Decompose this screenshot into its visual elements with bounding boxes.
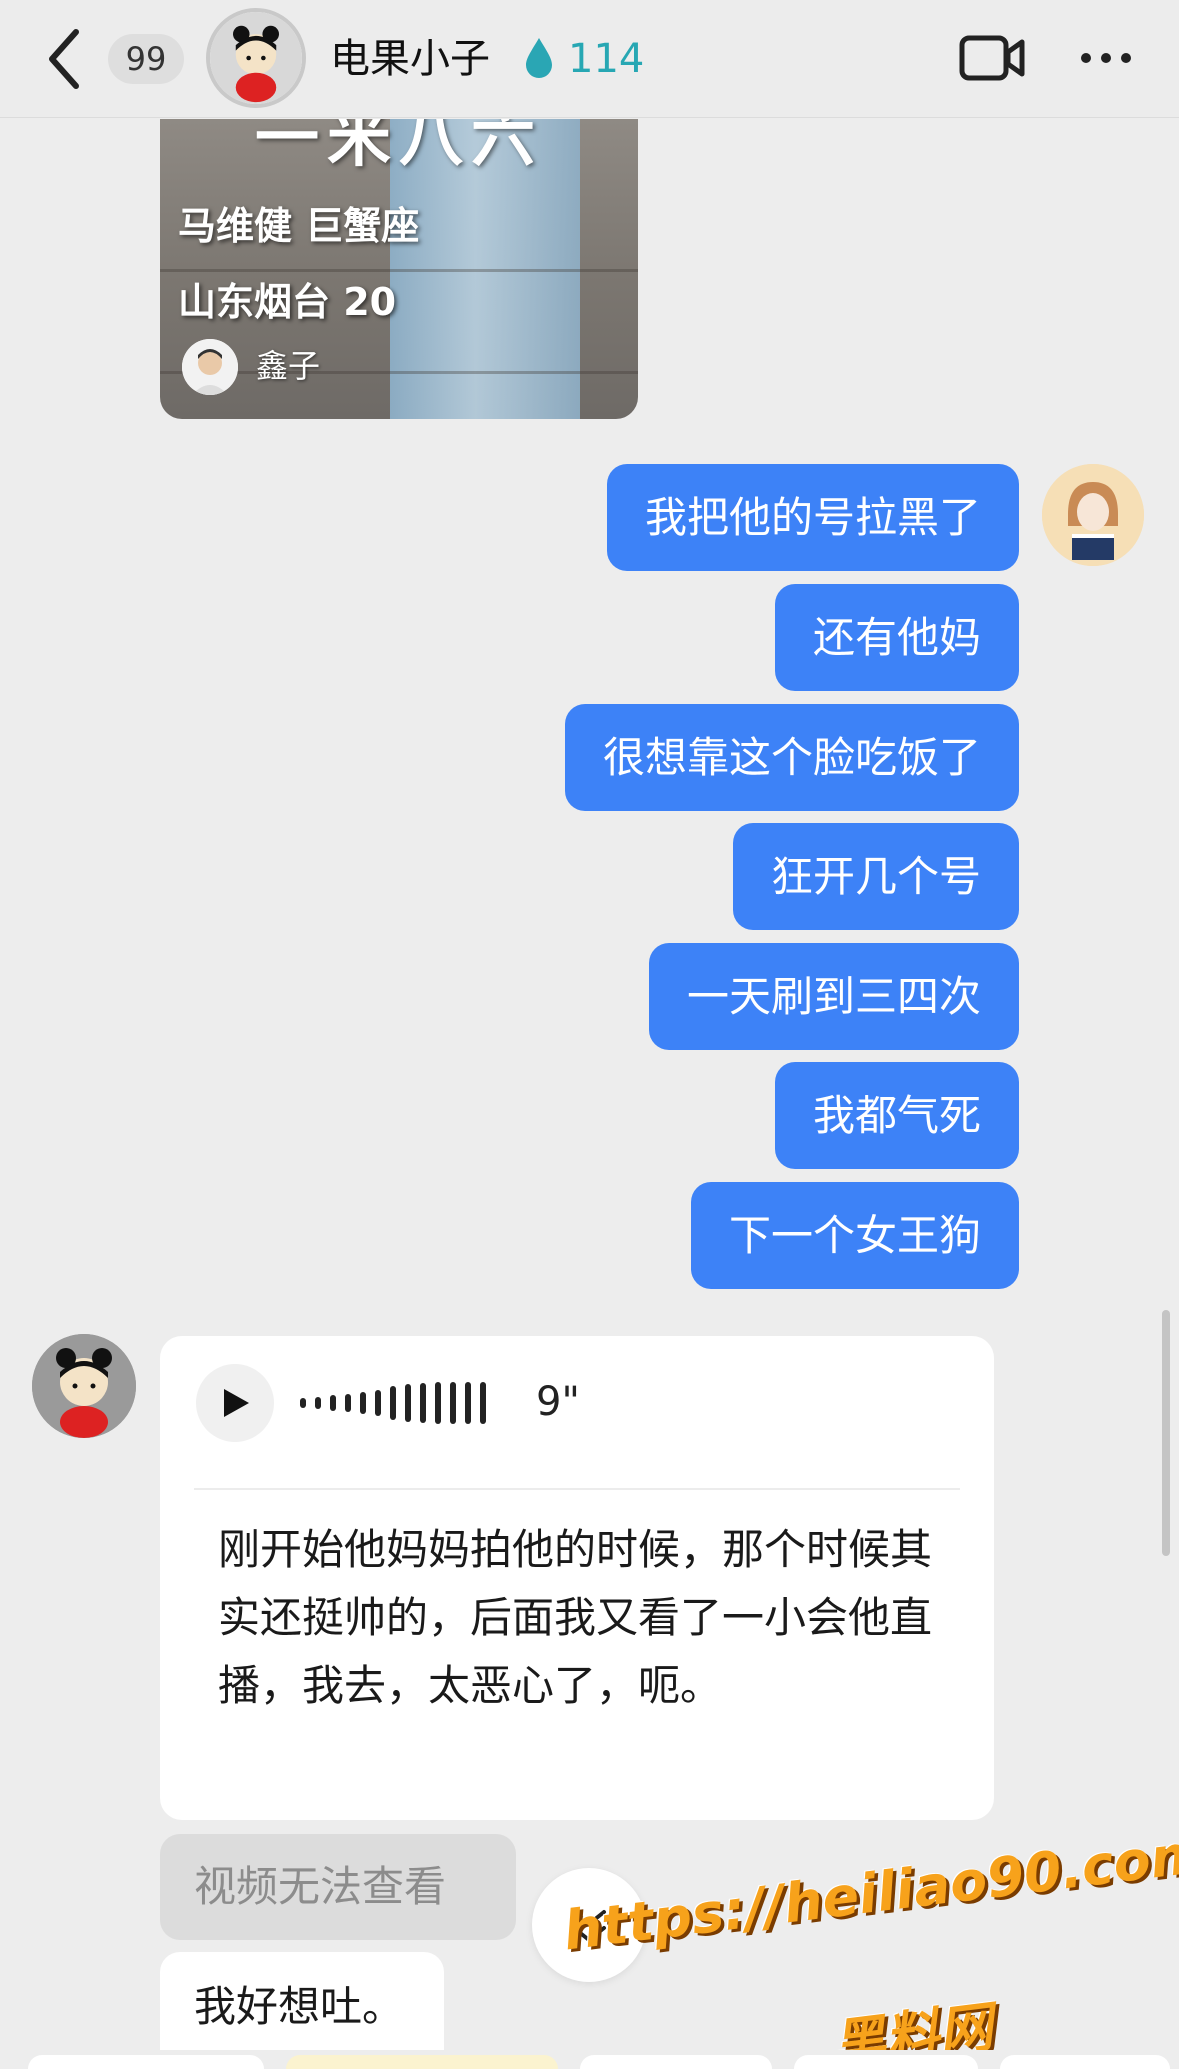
video-unavailable-message[interactable]: 视频无法查看 xyxy=(160,1834,516,1940)
outgoing-message[interactable]: 下一个女王狗 xyxy=(690,1182,1019,1289)
post-heading: 一米八六 xyxy=(255,119,543,176)
post-line-1: 马维健 巨蟹座 xyxy=(178,204,420,248)
waveform-icon xyxy=(300,1382,486,1424)
cartoon-avatar-icon xyxy=(210,12,302,104)
quick-action-chip[interactable] xyxy=(1000,2055,1170,2069)
outgoing-message[interactable]: 一天刷到三四次 xyxy=(648,943,1019,1050)
contact-message-avatar[interactable] xyxy=(32,1334,136,1438)
voice-transcript: 刚开始他妈妈拍他的时候，那个时候其实还挺帅的，后面我又看了一小会他直播，我去，太… xyxy=(218,1525,933,1710)
outgoing-message[interactable]: 我都气死 xyxy=(774,1062,1019,1169)
divider xyxy=(194,1488,960,1490)
quick-action-chip[interactable] xyxy=(580,2055,772,2069)
quick-action-chip[interactable] xyxy=(28,2055,264,2069)
more-dots-icon xyxy=(1081,53,1131,63)
contact-avatar[interactable] xyxy=(206,8,306,108)
unread-count-badge[interactable]: 99 xyxy=(108,34,184,84)
voice-message-card[interactable]: 9" 刚开始他妈妈拍他的时候，那个时候其实还挺帅的，后面我又看了一小会他直播，我… xyxy=(160,1336,994,1820)
outgoing-message[interactable]: 狂开几个号 xyxy=(732,823,1019,930)
post-line-2: 山东烟台 20 xyxy=(178,280,397,324)
play-voice-button[interactable] xyxy=(196,1364,274,1442)
voice-duration: 9" xyxy=(536,1379,580,1425)
video-call-button[interactable] xyxy=(958,30,1028,86)
cartoon-avatar-icon xyxy=(32,1334,136,1438)
more-options-button[interactable] xyxy=(1078,48,1134,68)
spark-count: 114 xyxy=(568,36,645,82)
chat-header: 99 电果小子 114 xyxy=(0,0,1179,118)
outgoing-message[interactable]: 还有他妈 xyxy=(774,584,1019,691)
quick-action-chip[interactable] xyxy=(794,2055,978,2069)
video-camera-icon xyxy=(959,35,1025,81)
play-icon xyxy=(224,1389,249,1417)
outgoing-message[interactable]: 很想靠这个脸吃饭了 xyxy=(564,704,1019,811)
outgoing-message[interactable]: 我把他的号拉黑了 xyxy=(606,464,1019,571)
contact-name[interactable]: 电果小子 xyxy=(330,28,490,90)
back-button[interactable] xyxy=(42,22,92,96)
shared-post-card[interactable]: 一米八六 马维健 巨蟹座 山东烟台 20 鑫子 xyxy=(160,119,638,419)
water-drop-icon xyxy=(526,38,552,78)
quick-action-chip[interactable] xyxy=(286,2055,558,2069)
scrollbar[interactable] xyxy=(1162,1310,1170,1556)
person-avatar-icon xyxy=(182,339,238,395)
post-author-avatar xyxy=(182,339,238,395)
post-author-name: 鑫子 xyxy=(256,347,321,385)
watermark-url: https://heiliao90.com xyxy=(560,1821,1179,1963)
chevron-left-icon xyxy=(49,29,79,89)
user-avatar-icon xyxy=(1042,464,1144,566)
my-avatar[interactable] xyxy=(1042,464,1144,566)
